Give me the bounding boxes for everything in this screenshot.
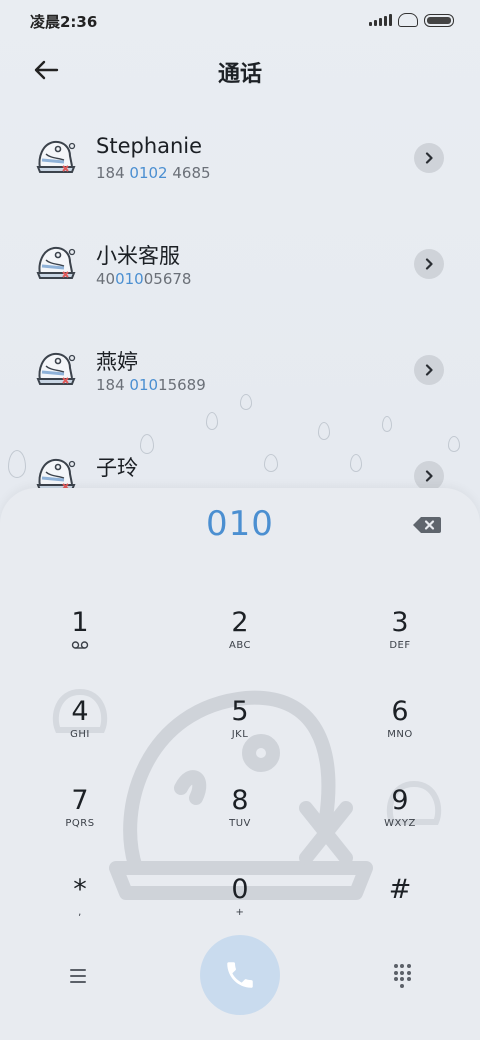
key-digit: 4: [71, 696, 89, 727]
signal-icon: [369, 14, 392, 26]
dot: [393, 970, 398, 975]
contact-name: 子玲: [96, 456, 138, 480]
key-letters: TUV: [229, 818, 251, 829]
contact-detail-button[interactable]: [414, 355, 444, 385]
key-letters: DEF: [389, 640, 411, 651]
menu-button[interactable]: [64, 964, 92, 988]
number-part: 4685: [167, 164, 211, 182]
key-digit: 3: [391, 607, 409, 638]
contact-name: 小米客服: [96, 244, 180, 268]
contact-list[interactable]: Stephanie 184 0102 4685 小米客服 4001005678: [0, 104, 480, 488]
contact-detail-button[interactable]: [414, 249, 444, 279]
contact-number: 184 0102 4685: [96, 164, 211, 182]
number-match: 010: [115, 270, 144, 288]
dot: [400, 964, 404, 969]
backspace-button[interactable]: [412, 514, 442, 536]
key-digit: *: [73, 874, 87, 905]
dot: [393, 977, 398, 982]
contact-detail-button[interactable]: [414, 461, 444, 488]
key-digit: 8: [231, 785, 249, 816]
contact-number: 4001005678: [96, 270, 191, 288]
contact-detail-button[interactable]: [414, 143, 444, 173]
status-icons: [369, 13, 454, 27]
dialed-number[interactable]: 010: [0, 504, 480, 544]
chevron-right-icon: [425, 258, 433, 270]
header: 通话: [0, 44, 480, 100]
mascot-icon: [398, 13, 418, 27]
dot: [406, 970, 411, 975]
status-time: 凌晨2:36: [30, 13, 98, 31]
call-button[interactable]: [200, 935, 280, 1015]
number-part: 40: [96, 270, 116, 288]
dot: [406, 964, 411, 969]
contact-row[interactable]: 燕婷 184 01015689: [0, 316, 480, 416]
status-bar: 凌晨2:36: [0, 0, 480, 40]
key-digit: 5: [231, 696, 249, 727]
contact-name: 燕婷: [96, 350, 138, 374]
avatar-mascot-icon: [36, 352, 76, 385]
key-4[interactable]: 4 GHI: [20, 695, 140, 771]
menu-icon-line: [70, 975, 86, 977]
avatar-mascot-icon: [36, 246, 76, 279]
chevron-right-icon: [425, 152, 433, 164]
key-digit: 7: [71, 785, 89, 816]
page-title: 通话: [217, 62, 262, 87]
key-digit: 2: [231, 607, 249, 638]
voicemail-icon: [71, 641, 89, 649]
key-3[interactable]: 3 DEF: [340, 606, 460, 682]
key-letters: +: [235, 907, 245, 918]
contact-number: 184 01015689: [96, 376, 206, 394]
key-6[interactable]: 6 MNO: [340, 695, 460, 771]
battery-icon: [424, 13, 454, 27]
menu-icon-line: [70, 981, 86, 983]
key-letters: ABC: [228, 640, 251, 651]
dot: [400, 970, 404, 975]
key-digit: 9: [391, 785, 409, 816]
key-letters: GHI: [70, 729, 90, 740]
key-2[interactable]: 2 ABC: [180, 606, 300, 682]
number-part: 184: [96, 164, 130, 182]
contact-row[interactable]: 子玲: [0, 422, 480, 488]
key-hash[interactable]: #: [340, 873, 460, 949]
key-digit: 6: [391, 696, 409, 727]
key-digit: 0: [231, 874, 249, 905]
number-part: 05678: [143, 270, 192, 288]
avatar-mascot-icon: [36, 458, 76, 488]
contact-name: Stephanie: [96, 134, 203, 158]
key-letters: JKL: [231, 729, 249, 740]
key-letters: PQRS: [65, 818, 95, 829]
key-star[interactable]: * ,: [20, 873, 140, 949]
backspace-icon: [413, 517, 441, 533]
dot: [393, 964, 398, 969]
number-part: 15689: [158, 376, 206, 394]
key-digit: 1: [71, 607, 89, 638]
dialer-panel: 010 1 2 ABC 3 DEF 4 GHI 5 JKL 6 MNO 7 PQ…: [0, 488, 480, 1040]
dot: [406, 977, 411, 982]
key-8[interactable]: 8 TUV: [180, 784, 300, 860]
keypad-toggle-button[interactable]: [388, 962, 416, 990]
contact-row[interactable]: 小米客服 4001005678: [0, 210, 480, 310]
chevron-right-icon: [425, 364, 433, 376]
phone-icon: [227, 962, 253, 988]
key-letters: WXYZ: [384, 818, 416, 829]
menu-icon-line: [70, 969, 86, 971]
dot: [400, 977, 404, 982]
number-match: 010: [129, 376, 159, 394]
key-5[interactable]: 5 JKL: [180, 695, 300, 771]
key-letters: ,: [78, 907, 82, 918]
key-1[interactable]: 1: [20, 606, 140, 682]
key-9[interactable]: 9 WXYZ: [340, 784, 460, 860]
dot: [400, 983, 404, 988]
key-digit: #: [388, 874, 412, 905]
chevron-right-icon: [425, 470, 433, 482]
number-part: 184: [96, 376, 130, 394]
number-match: 0102: [129, 164, 168, 182]
contact-row[interactable]: Stephanie 184 0102 4685: [0, 104, 480, 204]
avatar-mascot-icon: [36, 140, 76, 173]
key-7[interactable]: 7 PQRS: [20, 784, 140, 860]
key-letters: MNO: [387, 729, 413, 740]
